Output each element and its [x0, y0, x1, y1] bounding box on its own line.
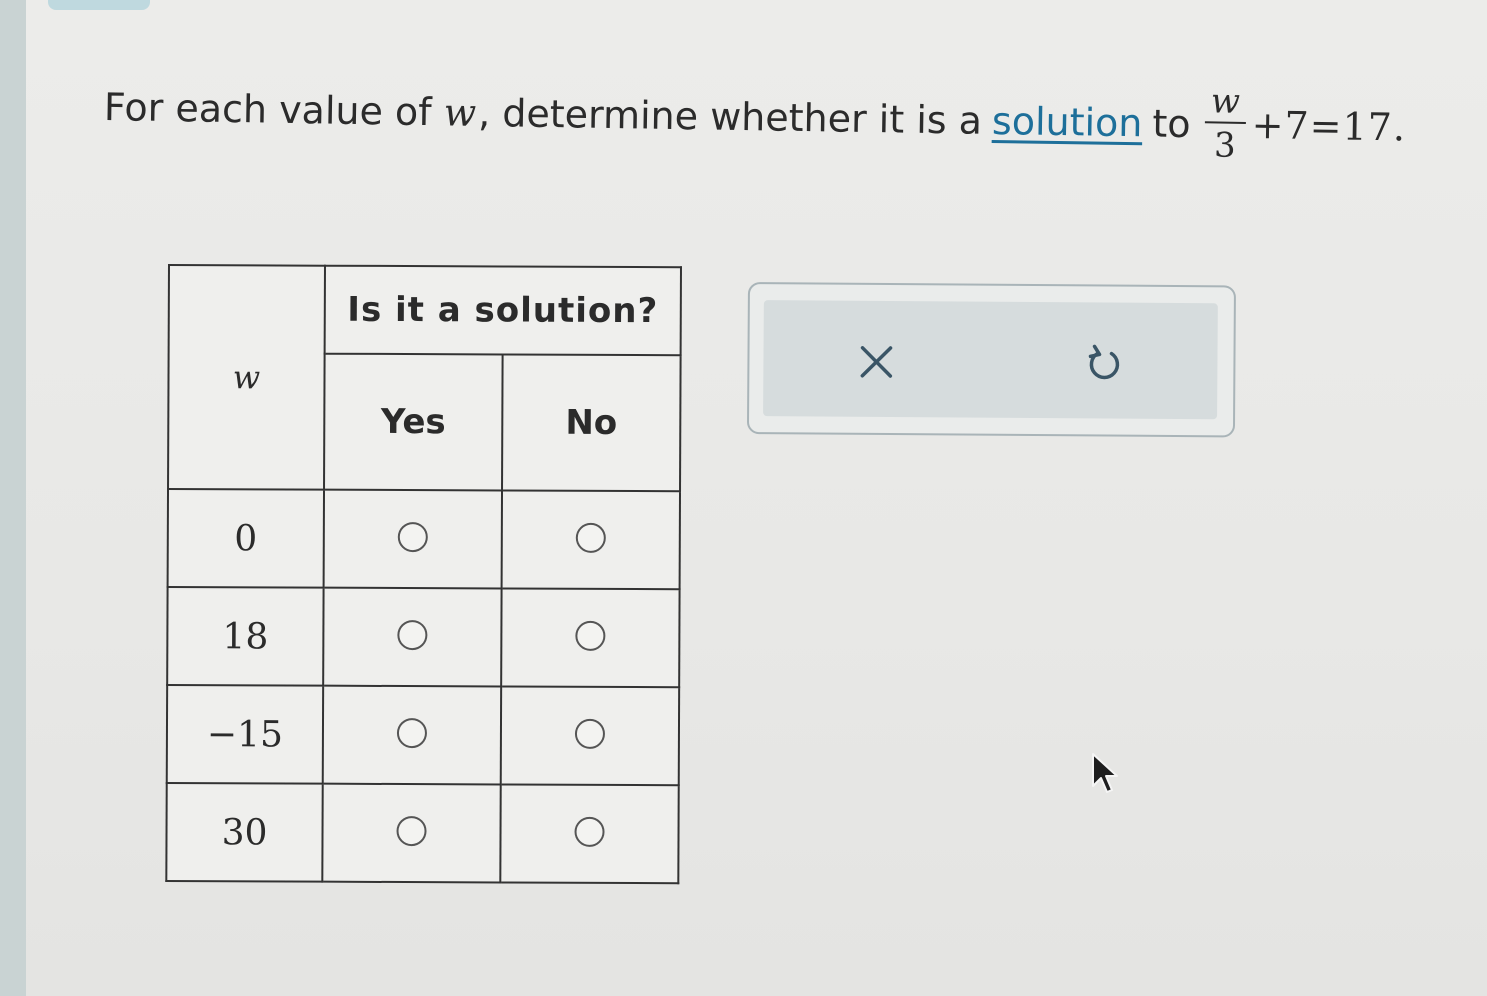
equation-fraction: w 3	[1204, 81, 1247, 168]
yes-header: Yes	[324, 353, 503, 491]
table-row: 0	[167, 489, 681, 590]
yes-radio[interactable]	[396, 718, 428, 749]
tool-panel-inner	[763, 300, 1218, 420]
clear-button[interactable]	[851, 337, 901, 387]
undo-button[interactable]	[1079, 338, 1129, 388]
prompt-middle: , determine whether it is a	[477, 90, 983, 143]
yes-radio[interactable]	[396, 816, 427, 847]
w-value: 30	[166, 782, 323, 882]
prompt-suffix: to	[1152, 101, 1191, 147]
no-header: No	[502, 354, 681, 492]
w-column-header: w	[168, 265, 325, 490]
equation-rest: +7=17.	[1251, 103, 1407, 150]
w-value: −15	[166, 685, 324, 784]
no-radio[interactable]	[575, 522, 606, 553]
undo-icon	[1088, 344, 1120, 380]
table-row: 18	[167, 587, 680, 688]
answer-table: w Is it a solution? Yes No 0 18 −15 30	[165, 264, 682, 885]
table-row: 30	[166, 782, 679, 884]
fraction-numerator: w	[1204, 81, 1247, 124]
prompt-prefix: For each value of	[103, 85, 432, 135]
fraction-denominator: 3	[1213, 125, 1236, 166]
no-cell	[500, 686, 680, 786]
no-cell	[500, 784, 679, 884]
yes-cell	[322, 685, 502, 785]
solution-group-header: Is it a solution?	[324, 265, 681, 356]
prompt-variable: w	[443, 90, 477, 135]
no-radio[interactable]	[574, 816, 605, 847]
yes-cell	[323, 587, 502, 687]
yes-radio[interactable]	[397, 522, 428, 553]
close-icon	[860, 346, 893, 378]
left-edge	[0, 0, 26, 996]
table-row: −15	[166, 685, 680, 786]
mouse-cursor-icon	[1090, 752, 1120, 800]
top-tab[interactable]	[48, 0, 150, 10]
no-radio[interactable]	[574, 718, 606, 749]
solution-link[interactable]: solution	[992, 91, 1143, 153]
yes-cell	[323, 489, 503, 589]
no-cell	[501, 490, 681, 590]
yes-radio[interactable]	[397, 620, 428, 651]
no-radio[interactable]	[575, 620, 606, 651]
w-value: 18	[167, 587, 324, 686]
w-value: 0	[167, 489, 325, 588]
yes-cell	[322, 783, 501, 883]
no-cell	[501, 588, 680, 688]
tool-panel	[746, 282, 1236, 438]
